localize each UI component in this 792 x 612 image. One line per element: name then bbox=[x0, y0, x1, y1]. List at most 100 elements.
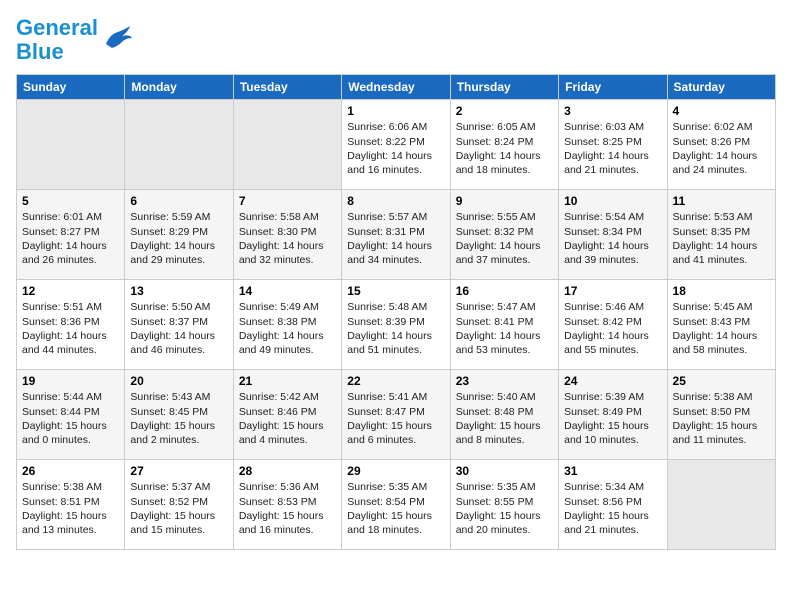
calendar-cell: 27 Sunrise: 5:37 AMSunset: 8:52 PMDayligh… bbox=[125, 460, 233, 550]
calendar-cell: 18 Sunrise: 5:45 AMSunset: 8:43 PMDayligh… bbox=[667, 280, 775, 370]
cell-info: Sunrise: 5:46 AMSunset: 8:42 PMDaylight:… bbox=[564, 301, 649, 356]
calendar-cell: 10 Sunrise: 5:54 AMSunset: 8:34 PMDayligh… bbox=[559, 190, 667, 280]
calendar-cell: 4Sunrise: 6:02 AMSunset: 8:26 PMDaylight… bbox=[667, 100, 775, 190]
cell-info: Sunrise: 5:39 AMSunset: 8:49 PMDaylight:… bbox=[564, 391, 649, 446]
calendar-cell: 6Sunrise: 5:59 AMSunset: 8:29 PMDaylight… bbox=[125, 190, 233, 280]
day-number: 19 bbox=[22, 374, 119, 388]
day-number: 6 bbox=[130, 194, 227, 208]
day-number: 12 bbox=[22, 284, 119, 298]
cell-info: Sunrise: 5:50 AMSunset: 8:37 PMDaylight:… bbox=[130, 301, 215, 356]
header-wednesday: Wednesday bbox=[342, 75, 450, 100]
header-saturday: Saturday bbox=[667, 75, 775, 100]
day-number: 24 bbox=[564, 374, 661, 388]
day-number: 29 bbox=[347, 464, 444, 478]
day-number: 2 bbox=[456, 104, 553, 118]
calendar-cell: 21 Sunrise: 5:42 AMSunset: 8:46 PMDayligh… bbox=[233, 370, 341, 460]
day-number: 11 bbox=[673, 194, 770, 208]
calendar-cell: 28 Sunrise: 5:36 AMSunset: 8:53 PMDayligh… bbox=[233, 460, 341, 550]
header-monday: Monday bbox=[125, 75, 233, 100]
calendar-week-1: 5Sunrise: 6:01 AMSunset: 8:27 PMDaylight… bbox=[17, 190, 776, 280]
calendar-cell bbox=[17, 100, 125, 190]
cell-info: Sunrise: 5:34 AMSunset: 8:56 PMDaylight:… bbox=[564, 481, 649, 536]
calendar-cell: 11 Sunrise: 5:53 AMSunset: 8:35 PMDayligh… bbox=[667, 190, 775, 280]
day-number: 22 bbox=[347, 374, 444, 388]
calendar-cell: 30 Sunrise: 5:35 AMSunset: 8:55 PMDayligh… bbox=[450, 460, 558, 550]
cell-info: Sunrise: 5:55 AMSunset: 8:32 PMDaylight:… bbox=[456, 211, 541, 266]
day-number: 23 bbox=[456, 374, 553, 388]
cell-info: Sunrise: 5:51 AMSunset: 8:36 PMDaylight:… bbox=[22, 301, 107, 356]
day-number: 31 bbox=[564, 464, 661, 478]
calendar-week-4: 26Sunrise: 5:38 AMSunset: 8:51 PMDayligh… bbox=[17, 460, 776, 550]
calendar-cell: 2 Sunrise: 6:05 AMSunset: 8:24 PMDaylight… bbox=[450, 100, 558, 190]
calendar-cell: 14 Sunrise: 5:49 AMSunset: 8:38 PMDayligh… bbox=[233, 280, 341, 370]
calendar-cell: 15 Sunrise: 5:48 AMSunset: 8:39 PMDayligh… bbox=[342, 280, 450, 370]
calendar-week-0: 1 Sunrise: 6:06 AMSunset: 8:22 PMDaylight… bbox=[17, 100, 776, 190]
cell-info: Sunrise: 5:49 AMSunset: 8:38 PMDaylight:… bbox=[239, 301, 324, 356]
cell-info: Sunrise: 6:05 AMSunset: 8:24 PMDaylight:… bbox=[456, 121, 541, 176]
cell-info: Sunrise: 5:38 AMSunset: 8:50 PMDaylight:… bbox=[673, 391, 758, 446]
day-number: 20 bbox=[130, 374, 227, 388]
header-thursday: Thursday bbox=[450, 75, 558, 100]
day-number: 13 bbox=[130, 284, 227, 298]
cell-info: Sunrise: 6:03 AMSunset: 8:25 PMDaylight:… bbox=[564, 121, 649, 176]
header-sunday: Sunday bbox=[17, 75, 125, 100]
calendar-cell: 23 Sunrise: 5:40 AMSunset: 8:48 PMDayligh… bbox=[450, 370, 558, 460]
cell-info: Sunrise: 5:42 AMSunset: 8:46 PMDaylight:… bbox=[239, 391, 324, 446]
logo: General Blue bbox=[16, 16, 134, 64]
calendar-week-3: 19 Sunrise: 5:44 AMSunset: 8:44 PMDayligh… bbox=[17, 370, 776, 460]
calendar-cell: 12 Sunrise: 5:51 AMSunset: 8:36 PMDayligh… bbox=[17, 280, 125, 370]
calendar-cell: 29 Sunrise: 5:35 AMSunset: 8:54 PMDayligh… bbox=[342, 460, 450, 550]
day-number: 8 bbox=[347, 194, 444, 208]
calendar-cell: 19 Sunrise: 5:44 AMSunset: 8:44 PMDayligh… bbox=[17, 370, 125, 460]
page-header: General Blue bbox=[16, 16, 776, 64]
cell-info: Sunrise: 5:45 AMSunset: 8:43 PMDaylight:… bbox=[673, 301, 758, 356]
calendar-cell: 26Sunrise: 5:38 AMSunset: 8:51 PMDayligh… bbox=[17, 460, 125, 550]
calendar-cell: 16Sunrise: 5:47 AMSunset: 8:41 PMDayligh… bbox=[450, 280, 558, 370]
cell-info: Sunrise: 5:54 AMSunset: 8:34 PMDaylight:… bbox=[564, 211, 649, 266]
calendar-cell: 20Sunrise: 5:43 AMSunset: 8:45 PMDayligh… bbox=[125, 370, 233, 460]
day-number: 26 bbox=[22, 464, 119, 478]
cell-info: Sunrise: 6:06 AMSunset: 8:22 PMDaylight:… bbox=[347, 121, 432, 176]
calendar-cell: 24 Sunrise: 5:39 AMSunset: 8:49 PMDayligh… bbox=[559, 370, 667, 460]
cell-info: Sunrise: 5:53 AMSunset: 8:35 PMDaylight:… bbox=[673, 211, 758, 266]
calendar-header-row: SundayMondayTuesdayWednesdayThursdayFrid… bbox=[17, 75, 776, 100]
cell-info: Sunrise: 5:37 AMSunset: 8:52 PMDaylight:… bbox=[130, 481, 215, 536]
day-number: 10 bbox=[564, 194, 661, 208]
cell-info: Sunrise: 5:44 AMSunset: 8:44 PMDaylight:… bbox=[22, 391, 107, 446]
cell-info: Sunrise: 5:35 AMSunset: 8:55 PMDaylight:… bbox=[456, 481, 541, 536]
day-number: 27 bbox=[130, 464, 227, 478]
logo-bird-icon bbox=[102, 24, 134, 52]
day-number: 17 bbox=[564, 284, 661, 298]
calendar-table: SundayMondayTuesdayWednesdayThursdayFrid… bbox=[16, 74, 776, 550]
day-number: 7 bbox=[239, 194, 336, 208]
day-number: 30 bbox=[456, 464, 553, 478]
cell-info: Sunrise: 5:41 AMSunset: 8:47 PMDaylight:… bbox=[347, 391, 432, 446]
header-tuesday: Tuesday bbox=[233, 75, 341, 100]
day-number: 14 bbox=[239, 284, 336, 298]
header-friday: Friday bbox=[559, 75, 667, 100]
calendar-cell bbox=[125, 100, 233, 190]
day-number: 18 bbox=[673, 284, 770, 298]
calendar-cell: 7Sunrise: 5:58 AMSunset: 8:30 PMDaylight… bbox=[233, 190, 341, 280]
calendar-cell: 3Sunrise: 6:03 AMSunset: 8:25 PMDaylight… bbox=[559, 100, 667, 190]
day-number: 5 bbox=[22, 194, 119, 208]
day-number: 4 bbox=[673, 104, 770, 118]
day-number: 15 bbox=[347, 284, 444, 298]
logo-text: General Blue bbox=[16, 16, 98, 64]
calendar-cell: 22 Sunrise: 5:41 AMSunset: 8:47 PMDayligh… bbox=[342, 370, 450, 460]
day-number: 1 bbox=[347, 104, 444, 118]
cell-info: Sunrise: 5:48 AMSunset: 8:39 PMDaylight:… bbox=[347, 301, 432, 356]
calendar-cell bbox=[667, 460, 775, 550]
day-number: 21 bbox=[239, 374, 336, 388]
cell-info: Sunrise: 5:40 AMSunset: 8:48 PMDaylight:… bbox=[456, 391, 541, 446]
calendar-cell: 13 Sunrise: 5:50 AMSunset: 8:37 PMDayligh… bbox=[125, 280, 233, 370]
calendar-cell: 1 Sunrise: 6:06 AMSunset: 8:22 PMDaylight… bbox=[342, 100, 450, 190]
day-number: 25 bbox=[673, 374, 770, 388]
cell-info: Sunrise: 5:57 AMSunset: 8:31 PMDaylight:… bbox=[347, 211, 432, 266]
cell-info: Sunrise: 5:47 AMSunset: 8:41 PMDaylight:… bbox=[456, 301, 541, 356]
day-number: 28 bbox=[239, 464, 336, 478]
day-number: 9 bbox=[456, 194, 553, 208]
cell-info: Sunrise: 5:36 AMSunset: 8:53 PMDaylight:… bbox=[239, 481, 324, 536]
cell-info: Sunrise: 5:35 AMSunset: 8:54 PMDaylight:… bbox=[347, 481, 432, 536]
calendar-cell: 8 Sunrise: 5:57 AMSunset: 8:31 PMDaylight… bbox=[342, 190, 450, 280]
